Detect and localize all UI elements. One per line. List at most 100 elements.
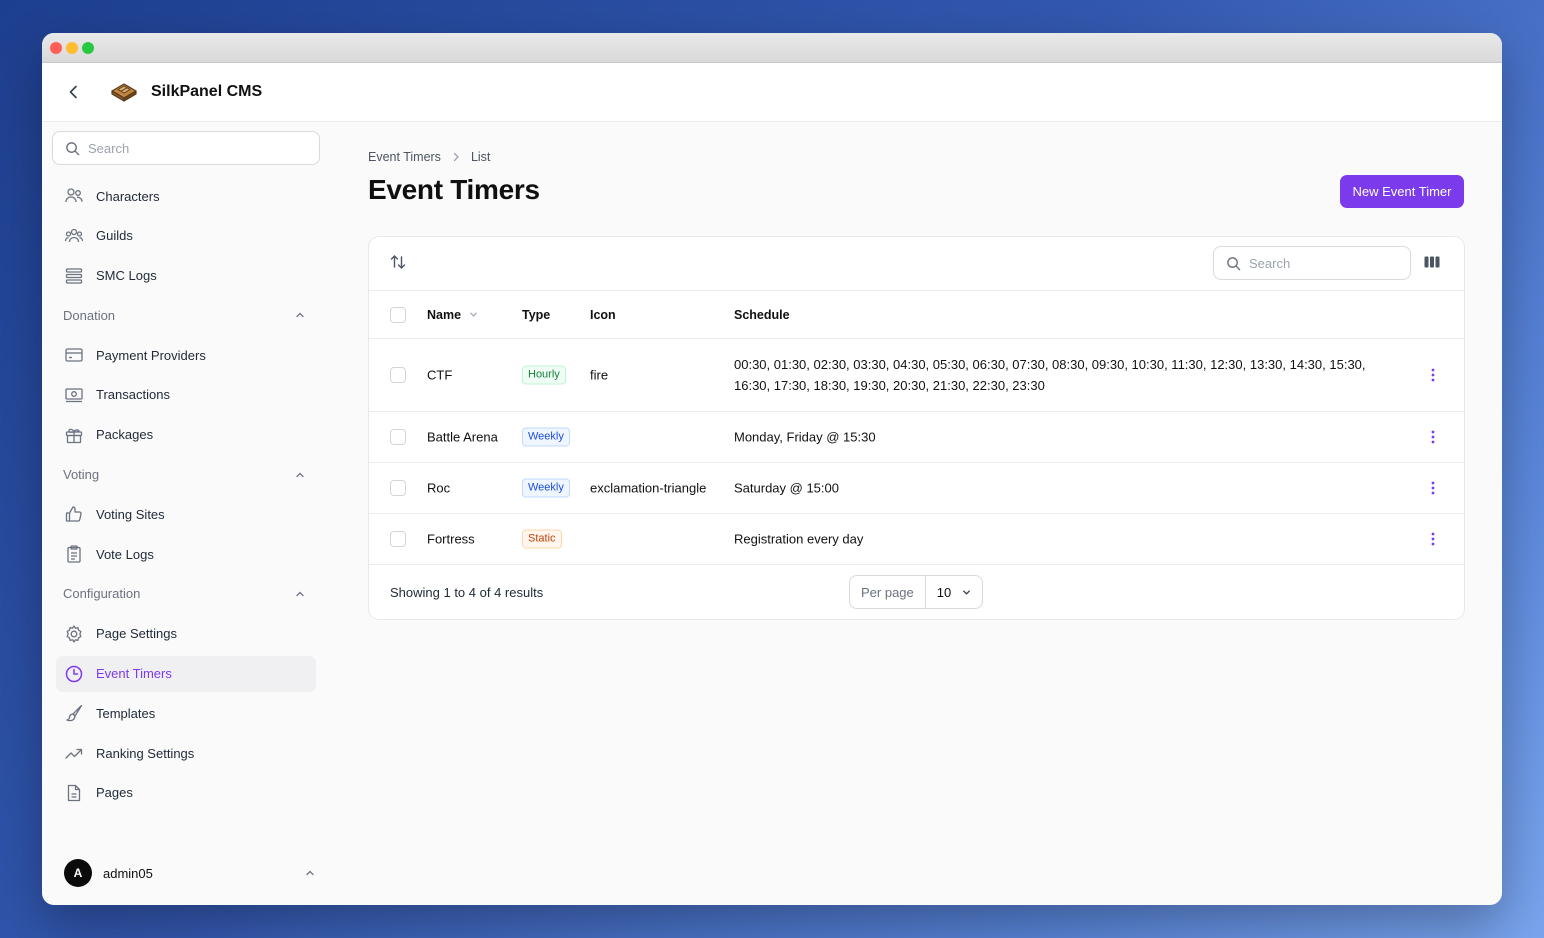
chevron-up-icon (306, 870, 314, 876)
gift-icon (64, 425, 84, 445)
row-actions-button[interactable] (1423, 365, 1443, 385)
select-all-checkbox[interactable] (390, 306, 406, 323)
per-page-value: 10 (936, 584, 952, 600)
table-row[interactable]: CTF Hourly fire 00:30, 01:30, 02:30, 03:… (369, 339, 1464, 412)
sidebar-item-guilds[interactable]: Guilds (56, 218, 316, 254)
sidebar-item-label: Ranking Settings (96, 745, 195, 761)
sidebar-item-packages[interactable]: Packages (56, 417, 316, 453)
sidebar-group-donation[interactable]: Donation (56, 297, 316, 333)
sidebar-group-configuration[interactable]: Configuration (56, 576, 316, 612)
row-name: Roc (427, 480, 451, 496)
arrows-up-down-icon (390, 255, 406, 269)
row-actions-button[interactable] (1423, 478, 1443, 498)
chevron-right-icon (451, 152, 461, 162)
sidebar-item-ranking-settings[interactable]: Ranking Settings (56, 735, 316, 771)
row-schedule: Saturday @ 15:00 (734, 480, 839, 496)
chevron-up-icon (296, 591, 304, 597)
row-schedule: 00:30, 01:30, 02:30, 03:30, 04:30, 05:30… (734, 357, 1366, 393)
sidebar-item-voting-sites[interactable]: Voting Sites (56, 496, 316, 532)
row-schedule: Registration every day (734, 531, 864, 547)
table-search-input[interactable]: Search (1213, 246, 1411, 280)
trending-up-icon (64, 743, 84, 763)
ellipsis-vertical-icon (1431, 368, 1435, 382)
user-name: admin05 (103, 865, 153, 881)
back-button[interactable] (64, 82, 84, 102)
sidebar-item-label: Event Timers (96, 666, 172, 682)
breadcrumb: Event Timers List (368, 150, 490, 164)
sidebar-item-event-timers[interactable]: Event Timers (56, 655, 316, 692)
close-window-button[interactable] (50, 42, 62, 54)
breadcrumb-parent-link[interactable]: Event Timers (368, 150, 441, 164)
user-menu[interactable]: A admin05 (64, 859, 316, 887)
row-actions-button[interactable] (1423, 529, 1443, 549)
type-badge: Weekly (522, 478, 570, 498)
sidebar-item-templates[interactable]: Templates (56, 695, 316, 731)
row-name: Battle Arena (427, 429, 498, 445)
type-badge: Static (522, 529, 562, 549)
row-icon-name: exclamation-triangle (590, 480, 707, 496)
chevron-left-icon (69, 85, 77, 99)
chevron-down-icon (963, 589, 971, 595)
paint-brush-icon (64, 703, 84, 723)
table-toolbar: Search (369, 237, 1464, 291)
sidebar-search-input[interactable]: Search (52, 131, 320, 165)
column-toggle-button[interactable] (1423, 253, 1443, 273)
sidebar-item-label: SMC Logs (96, 268, 157, 284)
table-row[interactable]: Battle Arena Weekly Monday, Friday @ 15:… (369, 412, 1464, 463)
sidebar-item-smc-logs[interactable]: SMC Logs (56, 258, 316, 294)
sidebar-item-label: Pages (96, 785, 133, 801)
window-titlebar (42, 33, 1502, 63)
sidebar: Search Characters Guilds SMC Logs Donati… (42, 122, 332, 905)
row-checkbox[interactable] (390, 367, 406, 383)
sidebar-nav: Characters Guilds SMC Logs Donation Paym… (56, 178, 316, 815)
app-title: SilkPanel CMS (151, 83, 263, 100)
sort-button[interactable] (389, 253, 411, 275)
row-actions-button[interactable] (1423, 427, 1443, 447)
avatar: A (64, 859, 92, 887)
table-header: Name Type Icon Schedule (369, 291, 1464, 339)
sidebar-group-label: Donation (63, 307, 116, 323)
column-header-type: Type (522, 307, 551, 322)
column-header-name[interactable]: Name (427, 308, 479, 322)
sidebar-group-voting[interactable]: Voting (56, 457, 316, 493)
sidebar-item-label: Vote Logs (96, 546, 154, 562)
per-page-select[interactable]: 10 (926, 576, 982, 608)
maximize-window-button[interactable] (82, 42, 94, 54)
cog-icon (64, 624, 84, 644)
chevron-up-icon (296, 472, 304, 477)
sidebar-item-pages[interactable]: Pages (56, 775, 316, 811)
table-row[interactable]: Fortress Static Registration every day (369, 514, 1464, 565)
table-footer: Showing 1 to 4 of 4 results Per page 10 (369, 565, 1464, 619)
row-name: Fortress (427, 531, 475, 547)
row-checkbox[interactable] (390, 531, 406, 547)
search-icon (1227, 256, 1241, 270)
sidebar-item-label: Characters (96, 188, 160, 204)
ellipsis-vertical-icon (1431, 430, 1435, 444)
chevron-down-icon (470, 312, 477, 317)
table-card: Search Name Type Icon Schedule CTF Hourl… (368, 236, 1465, 620)
sidebar-item-label: Templates (96, 705, 156, 721)
table-search-placeholder: Search (1249, 255, 1291, 271)
sidebar-item-vote-logs[interactable]: Vote Logs (56, 536, 316, 572)
ellipsis-vertical-icon (1431, 532, 1435, 546)
thumb-up-icon (64, 504, 84, 524)
sidebar-item-payment-providers[interactable]: Payment Providers (56, 337, 316, 373)
credit-card-icon (64, 345, 84, 365)
sidebar-item-label: Transactions (96, 387, 170, 403)
type-badge: Weekly (522, 427, 570, 447)
per-page-label: Per page (850, 576, 926, 608)
clock-icon (64, 664, 84, 684)
sidebar-group-label: Configuration (63, 586, 141, 602)
sidebar-item-transactions[interactable]: Transactions (56, 377, 316, 413)
sidebar-item-characters[interactable]: Characters (56, 178, 316, 214)
breadcrumb-current: List (470, 150, 491, 164)
row-checkbox[interactable] (390, 480, 406, 496)
row-checkbox[interactable] (390, 429, 406, 445)
minimize-window-button[interactable] (66, 42, 78, 54)
chevron-up-icon (296, 312, 304, 318)
table-row[interactable]: Roc Weekly exclamation-triangle Saturday… (369, 463, 1464, 514)
sidebar-item-page-settings[interactable]: Page Settings (56, 616, 316, 652)
new-event-timer-button[interactable]: New Event Timer (1340, 175, 1464, 208)
sidebar-item-label: Packages (96, 427, 154, 443)
row-schedule: Monday, Friday @ 15:30 (734, 429, 876, 445)
